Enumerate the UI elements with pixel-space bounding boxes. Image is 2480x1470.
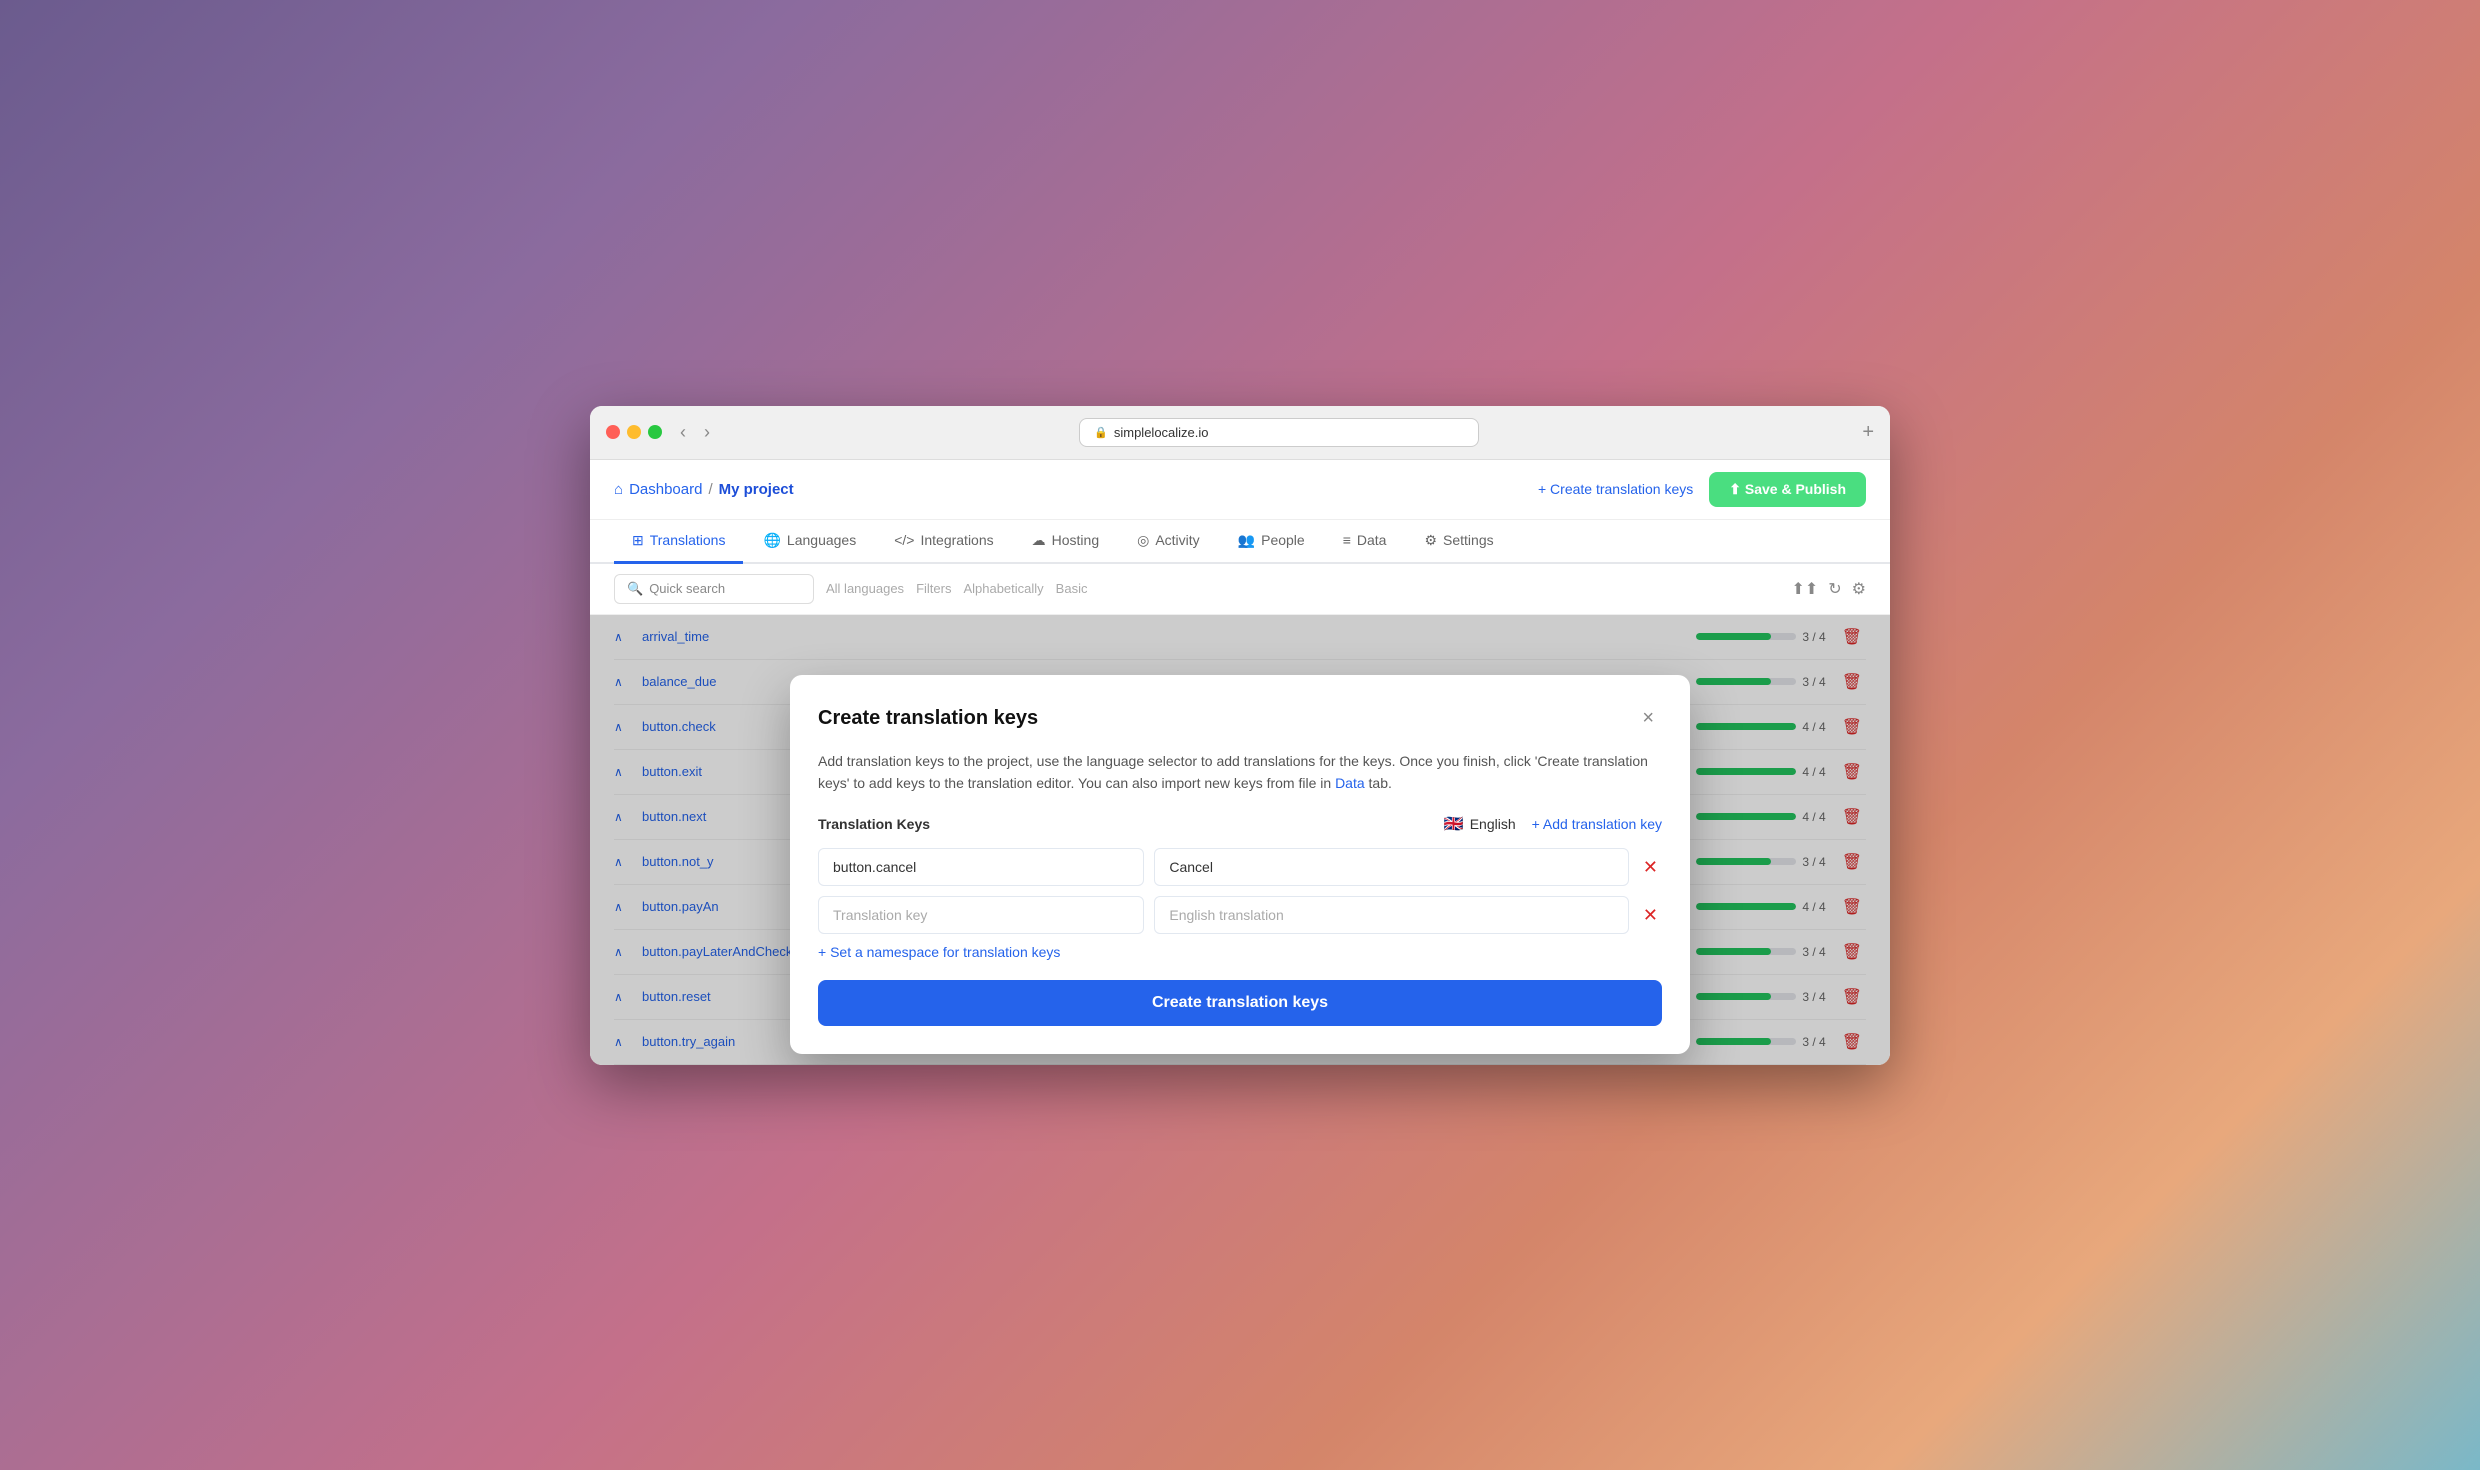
toolbar-right: ⬆⬆ ↻ ⚙: [1791, 579, 1866, 599]
activity-icon: ◎: [1137, 532, 1149, 549]
filter-filters[interactable]: Filters: [916, 581, 951, 596]
tab-languages[interactable]: 🌐 Languages: [745, 520, 874, 564]
create-keys-submit-button[interactable]: Create translation keys: [818, 980, 1662, 1026]
integrations-icon: </>: [894, 532, 914, 548]
collapse-icon[interactable]: ⬆⬆: [1791, 579, 1818, 599]
modal-title: Create translation keys: [818, 707, 1038, 730]
tab-integrations[interactable]: </> Integrations: [876, 520, 1011, 563]
flag-icon: 🇬🇧: [1444, 814, 1464, 834]
hosting-icon: ☁: [1032, 532, 1046, 549]
modal-description: Add translation keys to the project, use…: [818, 750, 1662, 795]
tab-settings-label: Settings: [1443, 532, 1494, 548]
app-header: ⌂ Dashboard / My project + Create transl…: [590, 460, 1890, 520]
description-text-2: tab.: [1369, 775, 1392, 791]
header-actions: + Create translation keys ⬆ Save & Publi…: [1538, 472, 1866, 507]
filter-alphabetically[interactable]: Alphabetically: [963, 581, 1043, 596]
languages-icon: 🌐: [763, 532, 780, 549]
browser-chrome: ‹ › 🔒 simplelocalize.io +: [590, 406, 1890, 460]
language-selector[interactable]: 🇬🇧 English: [1444, 814, 1516, 834]
tab-translations-label: Translations: [650, 532, 726, 548]
search-icon: 🔍: [627, 581, 643, 597]
delete-row-1-button[interactable]: ✕: [1639, 853, 1662, 882]
minimize-button[interactable]: [627, 425, 641, 439]
new-tab-button[interactable]: +: [1862, 421, 1874, 444]
tab-hosting-label: Hosting: [1052, 532, 1099, 548]
tab-activity[interactable]: ◎ Activity: [1119, 520, 1218, 564]
search-placeholder: Quick search: [649, 581, 725, 596]
tab-hosting[interactable]: ☁ Hosting: [1014, 520, 1117, 564]
tab-activity-label: Activity: [1155, 532, 1199, 548]
section-label: Translation Keys: [818, 816, 930, 832]
address-bar[interactable]: 🔒 simplelocalize.io: [1079, 418, 1479, 447]
tab-settings[interactable]: ⚙ Settings: [1406, 520, 1511, 564]
lock-icon: 🔒: [1094, 426, 1108, 439]
forward-arrow[interactable]: ›: [698, 420, 716, 445]
data-icon: ≡: [1343, 532, 1351, 548]
tab-languages-label: Languages: [787, 532, 856, 548]
toolbar: 🔍 Quick search All languages Filters Alp…: [590, 564, 1890, 615]
browser-window: ‹ › 🔒 simplelocalize.io + ⌂ Dashboard / …: [590, 406, 1890, 1065]
search-box[interactable]: 🔍 Quick search: [614, 574, 814, 604]
nav-arrows: ‹ ›: [674, 420, 716, 445]
translation-key-row-2: ✕: [818, 896, 1662, 934]
filter-basic[interactable]: Basic: [1056, 581, 1088, 596]
filter-all-languages[interactable]: All languages: [826, 581, 904, 596]
data-tab-link[interactable]: Data: [1335, 775, 1365, 791]
section-actions: 🇬🇧 English + Add translation key: [1444, 814, 1662, 834]
description-text-1: Add translation keys to the project, use…: [818, 753, 1648, 791]
tab-data[interactable]: ≡ Data: [1325, 520, 1405, 563]
tab-translations[interactable]: ⊞ Translations: [614, 520, 743, 564]
translations-icon: ⊞: [632, 532, 644, 549]
toolbar-filters: All languages Filters Alphabetically Bas…: [826, 581, 1087, 596]
settings-icon: ⚙: [1424, 532, 1437, 549]
add-translation-key-button[interactable]: + Add translation key: [1532, 816, 1662, 832]
tab-integrations-label: Integrations: [920, 532, 993, 548]
tab-people-label: People: [1261, 532, 1305, 548]
app-content: ⌂ Dashboard / My project + Create transl…: [590, 460, 1890, 1065]
url-text: simplelocalize.io: [1114, 425, 1209, 440]
table-container: ∧ arrival_time 3 / 4 🗑 ∧ balance_due 3 /…: [590, 615, 1890, 1065]
language-label: English: [1470, 816, 1516, 832]
create-translation-keys-button[interactable]: + Create translation keys: [1538, 481, 1693, 497]
home-icon[interactable]: ⌂: [614, 481, 623, 498]
translation-input-1[interactable]: [1154, 848, 1629, 886]
modal-backdrop: Create translation keys × Add translatio…: [590, 615, 1890, 1065]
refresh-icon[interactable]: ↻: [1828, 579, 1841, 599]
save-publish-button[interactable]: ⬆ Save & Publish: [1709, 472, 1866, 507]
translation-key-row-1: ✕: [818, 848, 1662, 886]
breadcrumb-separator: /: [708, 481, 712, 498]
create-translation-keys-modal: Create translation keys × Add translatio…: [790, 675, 1690, 1055]
set-namespace-link[interactable]: + Set a namespace for translation keys: [818, 944, 1662, 960]
modal-header: Create translation keys ×: [818, 703, 1662, 734]
grid-settings-icon[interactable]: ⚙: [1852, 579, 1866, 599]
fullscreen-button[interactable]: [648, 425, 662, 439]
breadcrumb-root: Dashboard: [629, 481, 702, 498]
modal-section-header: Translation Keys 🇬🇧 English + Add transl…: [818, 814, 1662, 834]
breadcrumb-current: My project: [719, 481, 794, 498]
people-icon: 👥: [1238, 532, 1255, 549]
modal-footer: Create translation keys: [818, 980, 1662, 1026]
nav-tabs: ⊞ Translations 🌐 Languages </> Integrati…: [590, 520, 1890, 564]
close-button[interactable]: [606, 425, 620, 439]
translation-input-2[interactable]: [1154, 896, 1629, 934]
traffic-lights: [606, 425, 662, 439]
key-input-1[interactable]: [818, 848, 1144, 886]
back-arrow[interactable]: ‹: [674, 420, 692, 445]
breadcrumb: ⌂ Dashboard / My project: [614, 481, 794, 498]
modal-close-button[interactable]: ×: [1634, 703, 1662, 734]
tab-data-label: Data: [1357, 532, 1387, 548]
delete-row-2-button[interactable]: ✕: [1639, 901, 1662, 930]
key-input-2[interactable]: [818, 896, 1144, 934]
tab-people[interactable]: 👥 People: [1220, 520, 1323, 564]
